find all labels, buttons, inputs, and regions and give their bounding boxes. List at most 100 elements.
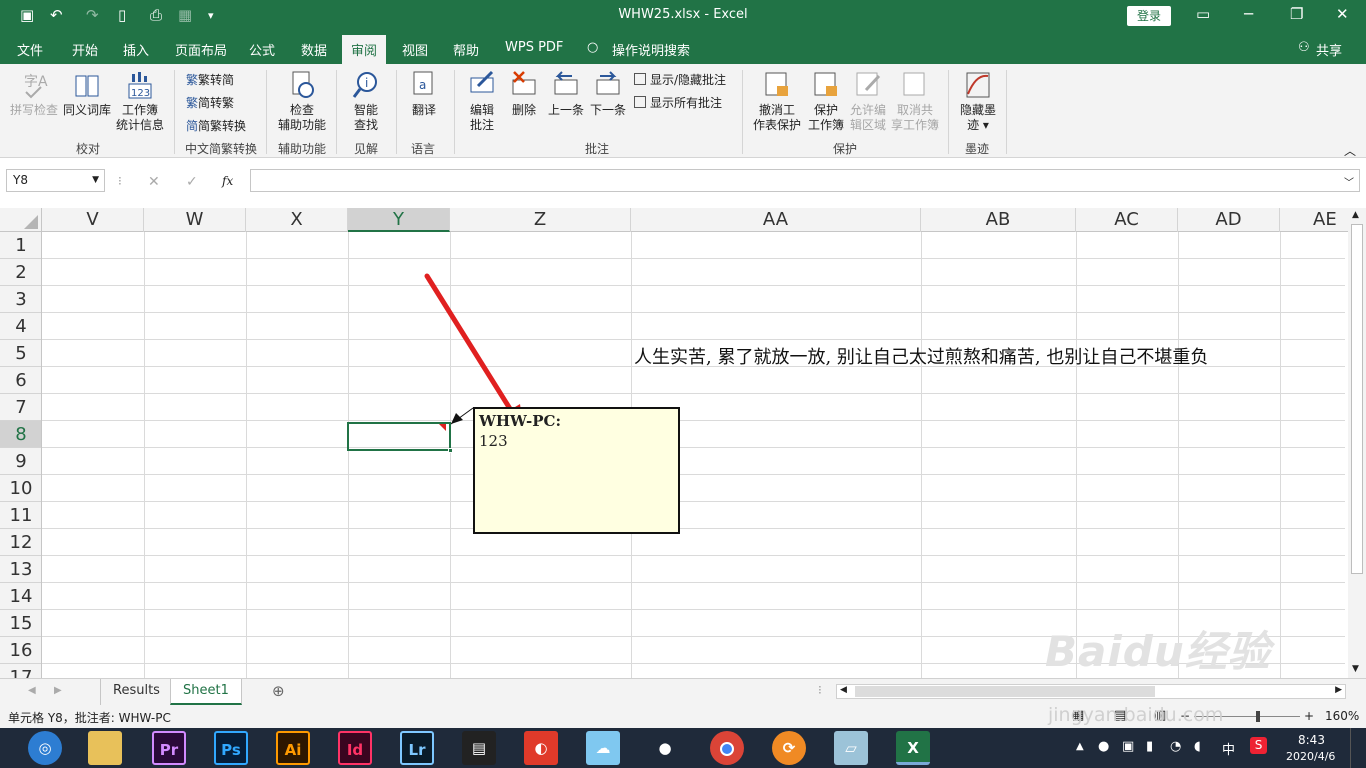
horizontal-scrollbar[interactable]: ◀ ▶ <box>836 684 1346 699</box>
show-all-comments-button[interactable]: 显示所有批注 <box>634 94 722 111</box>
indesign-icon[interactable]: Id <box>338 731 372 765</box>
check-accessibility-button[interactable]: 检查 辅助功能 <box>274 70 330 133</box>
photoshop-icon[interactable]: Ps <box>214 731 248 765</box>
row-header[interactable]: 11 <box>0 502 41 529</box>
app-icon[interactable]: ◐ <box>524 731 558 765</box>
previous-comment-button[interactable]: 上一条 <box>546 70 586 118</box>
tab-insert[interactable]: 插入 <box>123 40 149 59</box>
expand-formula-icon[interactable]: ﹀ <box>1344 174 1354 189</box>
browser-icon[interactable]: ⟳ <box>772 731 806 765</box>
spell-check-button[interactable]: 字A 拼写检查 <box>8 70 60 118</box>
row-header[interactable]: 10 <box>0 475 41 502</box>
to-traditional-button[interactable]: 繁简转繁 <box>186 94 234 111</box>
tab-home[interactable]: 开始 <box>72 40 98 59</box>
h-scroll-thumb[interactable] <box>855 686 1155 697</box>
sogou-icon[interactable]: S <box>1250 737 1267 754</box>
add-sheet-icon[interactable]: ⊕ <box>272 682 285 700</box>
dropdown-icon[interactable]: ▼ <box>92 175 99 185</box>
cell-grid[interactable]: 人生实苦, 累了就放一放, 别让自己太过煎熬和痛苦, 也别让自己不堪重负 WHW… <box>42 232 1345 678</box>
prev-sheet-icon[interactable]: ◀ <box>28 685 36 696</box>
ime-indicator[interactable]: 中 <box>1222 739 1235 758</box>
column-header-ad[interactable]: AD <box>1178 208 1280 232</box>
restore-icon[interactable]: ❐ <box>1290 5 1303 23</box>
premiere-icon[interactable]: Pr <box>152 731 186 765</box>
network-tray-icon[interactable]: ▣ <box>1122 739 1134 754</box>
allow-edit-ranges-button[interactable]: 允许编 辑区域 <box>848 70 888 133</box>
unprotect-sheet-button[interactable]: 撤消工 作表保护 <box>750 70 804 133</box>
row-header-selected[interactable]: 8 <box>0 421 41 448</box>
unshare-workbook-button[interactable]: 取消共 享工作簿 <box>890 70 940 133</box>
cancel-icon[interactable]: ✕ <box>148 174 160 190</box>
zoom-slider-thumb[interactable] <box>1256 711 1260 722</box>
split-handle-icon[interactable]: ⁝ <box>818 683 822 697</box>
next-sheet-icon[interactable]: ▶ <box>54 685 62 696</box>
column-header-ac[interactable]: AC <box>1076 208 1178 232</box>
tab-wps-pdf[interactable]: WPS PDF <box>505 40 563 55</box>
show-desktop-button[interactable] <box>1350 728 1366 768</box>
row-header[interactable]: 7 <box>0 394 41 421</box>
share-button[interactable]: 共享 <box>1316 40 1342 59</box>
tab-formulas[interactable]: 公式 <box>249 40 275 59</box>
row-header[interactable]: 2 <box>0 259 41 286</box>
row-header[interactable]: 3 <box>0 286 41 313</box>
hide-ink-button[interactable]: 隐藏墨迹 ▾ <box>956 70 1000 133</box>
row-header[interactable]: 17 <box>0 664 41 678</box>
scroll-down-icon[interactable]: ▼ <box>1352 664 1359 674</box>
row-header[interactable]: 5 <box>0 340 41 367</box>
next-comment-button[interactable]: 下一条 <box>588 70 628 118</box>
row-header[interactable]: 4 <box>0 313 41 340</box>
tray-expand-icon[interactable]: ▲ <box>1076 741 1084 752</box>
comment-box[interactable]: WHW-PC: 123 <box>473 407 680 534</box>
lightroom-icon[interactable]: Lr <box>400 731 434 765</box>
qq-tray-icon[interactable]: ● <box>1098 739 1109 754</box>
tab-view[interactable]: 视图 <box>402 40 428 59</box>
chrome-icon[interactable] <box>710 731 744 765</box>
thesaurus-button[interactable]: 同义词库 <box>62 70 112 118</box>
scroll-up-icon[interactable]: ▲ <box>1352 210 1359 220</box>
column-header-z[interactable]: Z <box>450 208 631 232</box>
translate-button[interactable]: a 翻译 <box>404 70 444 118</box>
column-header-x[interactable]: X <box>246 208 348 232</box>
name-box[interactable]: Y8 ▼ <box>6 169 105 192</box>
tab-help[interactable]: 帮助 <box>453 40 479 59</box>
cell-z5-text[interactable]: 人生实苦, 累了就放一放, 别让自己太过煎熬和痛苦, 也别让自己不堪重负 <box>634 343 1208 369</box>
protect-workbook-button[interactable]: 保护 工作簿 <box>806 70 846 133</box>
scroll-left-icon[interactable]: ◀ <box>840 685 847 695</box>
comment-body[interactable]: 123 <box>479 432 674 450</box>
smart-lookup-button[interactable]: i 智能 查找 <box>344 70 388 133</box>
delete-comment-button[interactable]: 删除 <box>506 70 542 118</box>
close-icon[interactable]: ✕ <box>1336 5 1349 23</box>
collapse-ribbon-icon[interactable]: ︿ <box>1344 142 1356 159</box>
start-button[interactable]: ◎ <box>28 731 62 765</box>
cloud-app-icon[interactable]: ☁ <box>586 731 620 765</box>
conversion-button[interactable]: 简简繁转换 <box>186 117 246 134</box>
column-header-y[interactable]: Y <box>348 208 450 232</box>
row-header[interactable]: 15 <box>0 610 41 637</box>
vertical-scrollbar[interactable]: ▲ ▼ <box>1348 208 1366 678</box>
clock-time[interactable]: 8:43 <box>1298 733 1325 747</box>
zoom-in-icon[interactable]: + <box>1304 709 1314 723</box>
tab-review[interactable]: 审阅 <box>342 35 387 64</box>
clock-date[interactable]: 2020/4/6 <box>1286 750 1335 763</box>
row-header[interactable]: 16 <box>0 637 41 664</box>
select-all-button[interactable] <box>0 208 42 232</box>
scroll-thumb[interactable] <box>1351 224 1363 574</box>
row-header[interactable]: 12 <box>0 529 41 556</box>
fill-handle[interactable] <box>448 448 453 453</box>
zoom-level[interactable]: 160% <box>1325 709 1359 723</box>
wifi-tray-icon[interactable]: ◔ <box>1170 739 1181 754</box>
row-header[interactable]: 9 <box>0 448 41 475</box>
illustrator-icon[interactable]: Ai <box>276 731 310 765</box>
tell-me-search[interactable]: 操作说明搜索 <box>612 40 690 59</box>
column-header-ab[interactable]: AB <box>921 208 1076 232</box>
to-simplified-button[interactable]: 繁繁转简 <box>186 71 234 88</box>
column-header-w[interactable]: W <box>144 208 246 232</box>
battery-tray-icon[interactable]: ▮ <box>1146 739 1153 754</box>
row-header[interactable]: 6 <box>0 367 41 394</box>
active-cell-y8[interactable] <box>347 422 453 453</box>
login-button[interactable]: 登录 <box>1127 6 1171 26</box>
video-editor-icon[interactable]: ▤ <box>462 731 496 765</box>
excel-taskbar-icon[interactable]: X <box>896 731 930 765</box>
volume-tray-icon[interactable]: ◖ <box>1194 739 1201 754</box>
row-header[interactable]: 14 <box>0 583 41 610</box>
